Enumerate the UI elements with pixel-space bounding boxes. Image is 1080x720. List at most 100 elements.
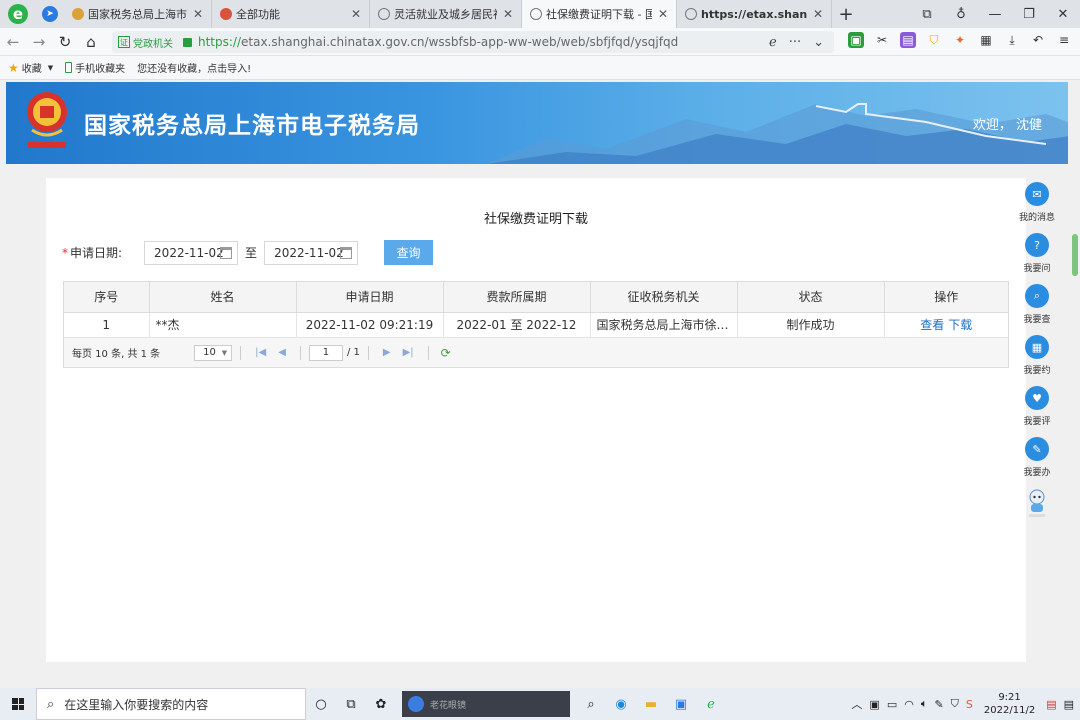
page-size-select[interactable]: 10 ▼ (194, 344, 233, 361)
browser-tab-4-active[interactable]: 社保缴费证明下载 - 国家税务 ✕ (522, 0, 677, 28)
download-link[interactable]: 下载 (948, 318, 972, 332)
first-page-icon[interactable]: |◀ (255, 347, 266, 358)
home-icon[interactable]: ⌂ (78, 33, 104, 51)
next-page-icon[interactable]: ▶ (383, 347, 391, 358)
taskbar-clock[interactable]: 9:21 2022/11/2 (984, 691, 1035, 717)
pinned-tab[interactable]: ➤ (36, 0, 64, 28)
scrollbar-thumb[interactable] (1072, 234, 1078, 276)
start-date-input[interactable]: 2022-11-02 (144, 240, 239, 265)
apps-grid-icon[interactable]: ▦ (978, 32, 994, 48)
browser-tab-3[interactable]: 灵活就业及城乡居民社会保险 ✕ (370, 0, 522, 28)
tab-close-icon[interactable]: ✕ (813, 7, 823, 21)
cell-actions: 查看 下载 (884, 312, 1008, 337)
calendar-icon[interactable] (220, 246, 233, 259)
more-icon[interactable]: ··· (789, 35, 801, 50)
handle-button[interactable]: ✎ 我要办 (1016, 437, 1058, 488)
battery-icon[interactable]: ▭ (887, 698, 897, 711)
page-scrollbar[interactable] (1070, 166, 1080, 666)
page-number-input[interactable]: 1 (308, 344, 343, 361)
taskbar-browser-app[interactable]: 老花眼镜 (402, 691, 570, 717)
tray-chevron-up-icon[interactable]: ︿ (851, 696, 862, 712)
reload-icon[interactable]: ↻ (52, 33, 78, 51)
assistant-robot-icon[interactable] (1027, 488, 1047, 518)
view-link[interactable]: 查看 (920, 318, 944, 332)
taskbar-search[interactable]: ⌕ 在这里输入你要搜索的内容 (36, 688, 306, 720)
cell-index: 1 (64, 312, 150, 337)
last-page-icon[interactable]: ▶| (403, 347, 414, 358)
appointment-button[interactable]: ▦ 我要约 (1016, 335, 1058, 386)
tab-close-icon[interactable]: ✕ (193, 7, 203, 21)
edge-icon[interactable]: ◉ (606, 697, 636, 712)
task-view-icon[interactable]: ⧉ (336, 697, 366, 712)
cortana-icon[interactable]: ○ (306, 697, 336, 712)
column-header-name[interactable]: 姓名 (149, 282, 297, 313)
column-header-status[interactable]: 状态 (737, 282, 885, 313)
tab-close-icon[interactable]: ✕ (503, 7, 513, 21)
mobile-favorites-button[interactable]: 手机收藏夹 (65, 60, 125, 75)
wifi-icon[interactable]: ◠ (904, 698, 914, 711)
gov-badge-label: 党政机关 (133, 38, 173, 50)
prev-page-icon[interactable]: ◀ (278, 347, 286, 358)
browser-logo[interactable]: e (0, 0, 36, 28)
column-header-apply-date[interactable]: 申请日期 (296, 282, 444, 313)
forward-icon[interactable]: → (26, 33, 52, 51)
menu-icon[interactable]: ≡ (1056, 32, 1072, 48)
sogou-input-icon[interactable]: S (966, 698, 973, 711)
end-date-input[interactable]: 2022-11-02 (264, 240, 359, 265)
action-center-icon[interactable]: ▤ (1064, 698, 1074, 711)
shield-tray-icon[interactable]: ⛉ (951, 697, 959, 711)
restore-icon[interactable]: ❐ (1012, 7, 1046, 22)
undo-icon[interactable]: ↶ (1030, 32, 1046, 48)
table-row[interactable]: 1 **杰 2022-11-02 09:21:19 2022-01 至 2022… (64, 312, 1008, 337)
tray-app-icon[interactable]: ▣ (869, 698, 879, 711)
pen-icon[interactable]: ✎ (934, 698, 943, 711)
store-icon[interactable]: ▣ (666, 697, 696, 712)
folder-icon[interactable]: ▬ (636, 697, 666, 712)
shirt-icon[interactable]: ♁ (944, 7, 978, 22)
divider (427, 345, 429, 360)
search-icon[interactable]: ⌕ (576, 697, 606, 712)
refresh-icon[interactable]: ⟳ (441, 346, 451, 360)
globe-icon (530, 8, 542, 20)
import-hint-link[interactable]: 您还没有收藏，点击导入! (137, 60, 251, 75)
url-field[interactable]: 证党政机关 https://etax.shanghai.chinatax.gov… (112, 31, 834, 53)
start-button[interactable] (0, 688, 36, 720)
notification-badge-icon[interactable]: ▤ (1046, 698, 1056, 711)
tax-site-favicon-icon (72, 8, 84, 20)
query-service-button[interactable]: ⌕ 我要查 (1016, 284, 1058, 335)
close-window-icon[interactable]: ✕ (1046, 7, 1080, 22)
favorites-button[interactable]: ★ 收藏 ▼ (8, 60, 53, 76)
window-controls: ⧉ ♁ — ❐ ✕ (910, 7, 1080, 22)
browser-taskbar-icon[interactable]: ℯ (696, 697, 726, 712)
tab-close-icon[interactable]: ✕ (658, 7, 668, 21)
column-header-index[interactable]: 序号 (64, 282, 150, 313)
extension-green-icon[interactable]: ▣ (848, 32, 864, 48)
back-icon[interactable]: ← (0, 33, 26, 51)
column-header-period[interactable]: 费款所属期 (443, 282, 591, 313)
browser-tab-1[interactable]: 国家税务总局上海市税务局 ✕ (64, 0, 212, 28)
browser-tab-5[interactable]: https://etax.shanghai.gov.cn ✕ (677, 0, 832, 28)
column-header-actions[interactable]: 操作 (884, 282, 1008, 313)
new-tab-button[interactable]: + (832, 4, 860, 25)
column-header-office[interactable]: 征收税务机关 (590, 282, 738, 313)
browser-tab-2[interactable]: 全部功能 ✕ (212, 0, 370, 28)
scissors-icon[interactable]: ✂ (874, 32, 890, 48)
phone-icon (65, 62, 73, 73)
dropdown-icon[interactable]: ⌄ (813, 35, 824, 50)
rate-button[interactable]: ♥ 我要评 (1016, 386, 1058, 437)
my-messages-button[interactable]: ✉ 我的消息 (1016, 182, 1058, 233)
pinwheel-app-icon[interactable]: ✿ (366, 697, 396, 712)
game-icon[interactable]: ✦ (952, 32, 968, 48)
query-button[interactable]: 查询 (384, 240, 434, 265)
calendar-icon[interactable] (340, 246, 353, 259)
volume-icon[interactable]: 🔈︎ (921, 697, 928, 711)
tab-list-icon[interactable]: ⧉ (910, 7, 944, 22)
shield-icon[interactable]: ⛉ (926, 32, 942, 48)
extension-purple-icon[interactable]: ▤ (900, 32, 916, 48)
download-icon[interactable]: ⤓ (1004, 32, 1020, 48)
ask-button[interactable]: ? 我要问 (1016, 233, 1058, 284)
cell-apply-date: 2022-11-02 09:21:19 (296, 312, 444, 337)
tab-close-icon[interactable]: ✕ (351, 7, 361, 21)
ie-mode-icon[interactable]: ℯ (769, 35, 777, 50)
minimize-icon[interactable]: — (978, 7, 1012, 22)
